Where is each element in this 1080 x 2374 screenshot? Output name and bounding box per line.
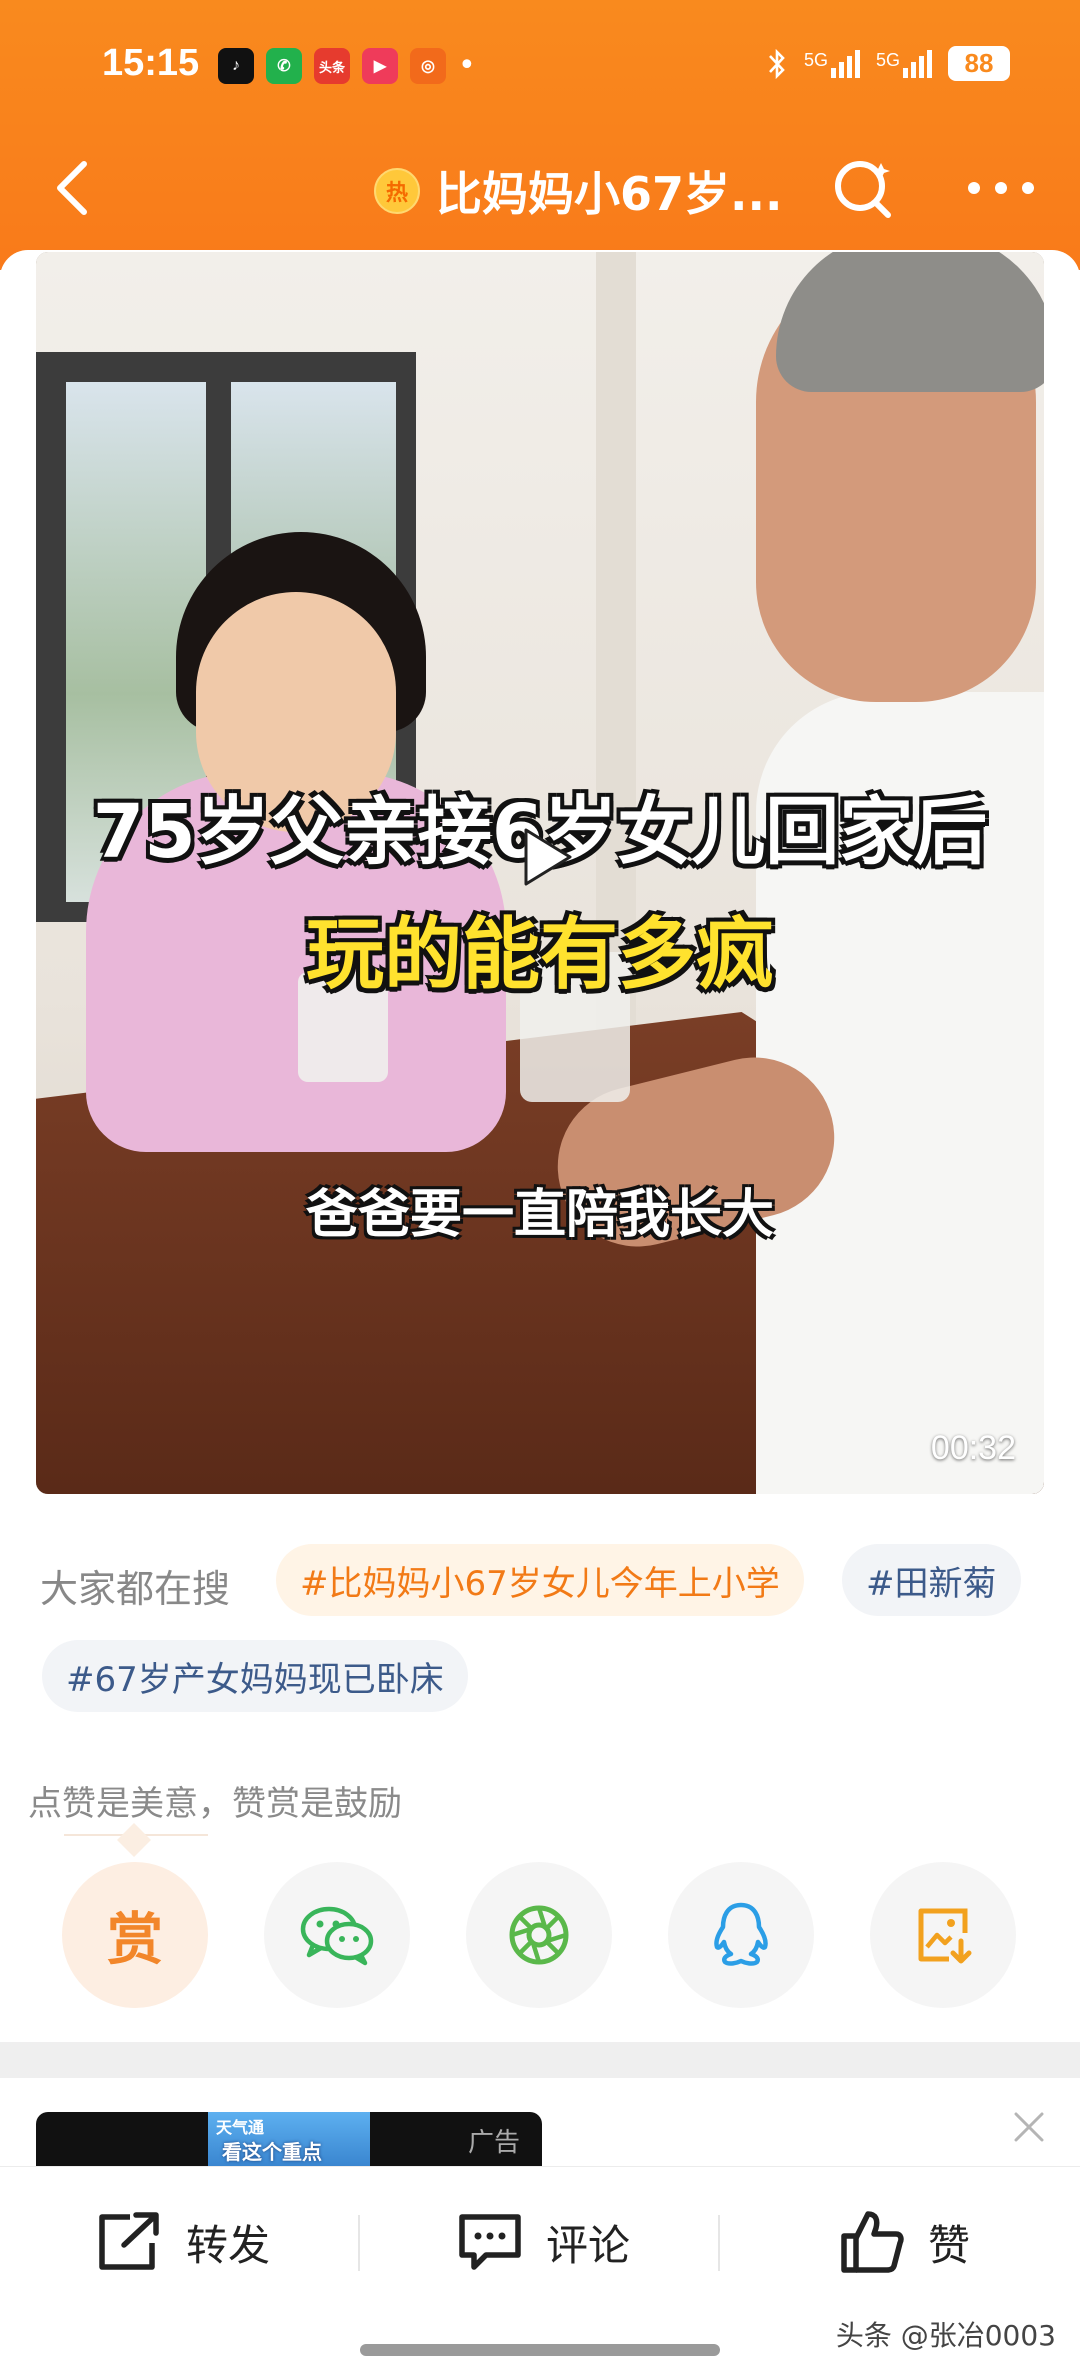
battery-indicator: 88 — [948, 46, 1010, 81]
more-options-button[interactable] — [956, 148, 1046, 228]
qq-icon — [714, 1902, 768, 1966]
praise-hint: 点赞是美意，赞赏是鼓励 — [28, 1784, 402, 1824]
ad-banner[interactable]: 天气通 看这个重点 广告 — [36, 2112, 542, 2166]
wechat-icon: ✆ — [266, 48, 302, 84]
status-app-icons: ♪ ✆ 头条 ▶ ◎ • — [218, 48, 476, 84]
save-image-button[interactable] — [870, 1862, 1016, 2008]
moments-icon — [509, 1905, 569, 1965]
app-icon: ◎ — [410, 48, 446, 84]
search-tag[interactable]: #田新菊 — [842, 1544, 1021, 1616]
share-wechat-button[interactable] — [264, 1862, 410, 2008]
notification-dot: • — [458, 48, 476, 83]
search-tag-hot[interactable]: #比妈妈小67岁女儿今年上小学 — [276, 1544, 804, 1616]
separator — [358, 2215, 360, 2271]
status-time: 15:15 — [102, 42, 200, 84]
signal-5g-icon-2: 5G — [876, 49, 932, 78]
wechat-icon — [300, 1906, 374, 1966]
section-divider — [0, 2042, 1080, 2078]
ad-label: 广告 — [467, 2128, 520, 2158]
nav-title-area[interactable]: 热 比妈妈小67岁... — [374, 158, 782, 224]
search-icon — [835, 161, 891, 218]
more-dots-icon — [968, 182, 1034, 194]
video-man-hair — [776, 252, 1044, 392]
separator — [718, 2215, 720, 2271]
thumbs-up-icon — [841, 2211, 904, 2273]
comment-label: 评论 — [546, 2220, 631, 2270]
chevron-left-icon — [57, 161, 87, 215]
ad-thumbnail: 天气通 看这个重点 — [208, 2112, 370, 2166]
search-button[interactable] — [824, 148, 904, 228]
signal-5g-icon: 5G — [804, 49, 860, 78]
toutiao-icon: 头条 — [314, 48, 350, 84]
bluetooth-icon — [769, 48, 785, 79]
like-label: 赞 — [928, 2220, 971, 2270]
forward-label: 转发 — [186, 2220, 271, 2270]
reward-button[interactable]: 赏 — [62, 1862, 208, 2008]
hot-badge-icon: 热 — [374, 168, 420, 214]
back-button[interactable] — [32, 148, 112, 228]
status-indicators: 5G 5G 88 — [766, 46, 1010, 81]
search-tag[interactable]: #67岁产女妈妈现已卧床 — [42, 1640, 468, 1712]
reward-label: 赏 — [107, 1907, 163, 1973]
trending-searches-label: 大家都在搜 — [40, 1567, 231, 1611]
share-forward-icon — [99, 2212, 159, 2270]
close-icon — [1014, 2112, 1044, 2142]
share-row: 赏 — [0, 1862, 1080, 2008]
share-qq-button[interactable] — [668, 1862, 814, 2008]
video-player[interactable]: 75岁父亲接6岁女儿回家后 玩的能有多疯 爸爸要一直陪我长大 00:32 — [36, 252, 1044, 1494]
like-button[interactable]: 赞 — [838, 2167, 970, 2317]
play-icon[interactable] — [508, 822, 578, 892]
video-app-icon: ▶ — [362, 48, 398, 84]
share-moments-button[interactable] — [466, 1862, 612, 2008]
status-bar: 15:15 ♪ ✆ 头条 ▶ ◎ • 5G 5G 88 — [0, 0, 1080, 130]
watermark: 头条 @张冶0003 — [835, 2319, 1056, 2352]
comment-button[interactable]: 评论 — [456, 2167, 630, 2317]
tiktok-icon: ♪ — [218, 48, 254, 84]
nav-bar: 热 比妈妈小67岁... — [0, 140, 1080, 240]
video-duration: 00:32 — [930, 1429, 1016, 1467]
video-caption-line2: 玩的能有多疯 — [305, 910, 774, 1000]
save-image-icon — [918, 1908, 972, 1964]
forward-button[interactable]: 转发 — [96, 2167, 270, 2317]
ad-thumb-brand: 天气通 — [216, 2118, 265, 2137]
video-caption-line3: 爸爸要一直陪我长大 — [305, 1185, 774, 1245]
comment-icon — [459, 2214, 521, 2270]
ad-thumb-headline: 看这个重点 — [222, 2140, 322, 2164]
home-indicator[interactable] — [360, 2344, 720, 2356]
ad-close-button[interactable] — [1002, 2100, 1056, 2154]
page-title: 比妈妈小67岁... — [436, 167, 783, 221]
